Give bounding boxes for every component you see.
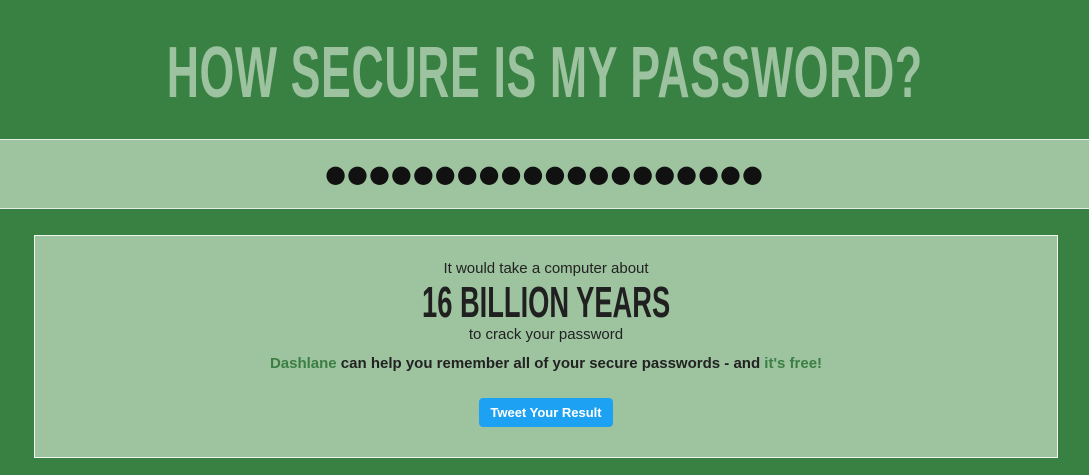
- page-title: HOW SECURE IS MY PASSWORD?: [166, 32, 923, 113]
- tweet-button[interactable]: Tweet Your Result: [479, 398, 613, 427]
- result-intro: It would take a computer about: [443, 260, 649, 277]
- promo-text: Dashlane can help you remember all of yo…: [35, 354, 1057, 374]
- dashlane-link[interactable]: Dashlane: [270, 355, 337, 372]
- promo-middle: can help you remember all of your secure…: [336, 355, 765, 372]
- password-input[interactable]: ●●●●●●●●●●●●●●●●●●●●: [0, 140, 1089, 208]
- result-panel: It would take a computer about 16 BILLIO…: [34, 235, 1058, 458]
- crack-time: 16 BILLION YEARS: [35, 280, 1057, 326]
- password-band: ●●●●●●●●●●●●●●●●●●●●: [0, 139, 1089, 209]
- page: HOW SECURE IS MY PASSWORD? ●●●●●●●●●●●●●…: [0, 0, 1089, 475]
- header: HOW SECURE IS MY PASSWORD?: [0, 0, 1089, 139]
- password-value: ●●●●●●●●●●●●●●●●●●●●: [325, 160, 764, 188]
- tweet-wrap: Tweet Your Result: [35, 398, 1057, 427]
- free-link[interactable]: it's free!: [764, 355, 822, 372]
- result-crack-text: to crack your password: [468, 326, 624, 343]
- crack-time-value: 16 BILLION YEARS: [421, 278, 671, 327]
